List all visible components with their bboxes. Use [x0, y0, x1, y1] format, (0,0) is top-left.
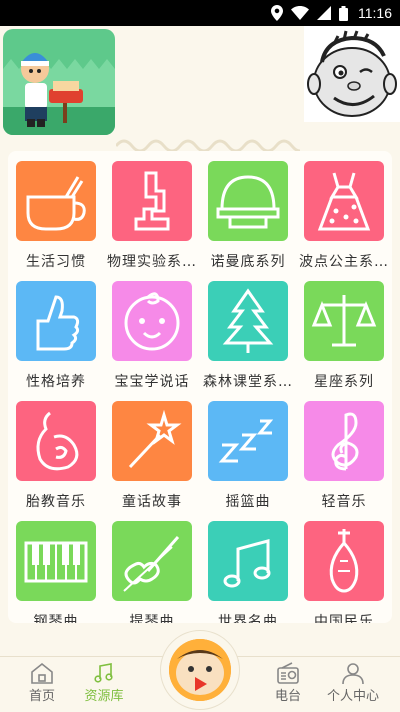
category-label[interactable]: 诺曼底系列 [200, 251, 296, 271]
category-tile[interactable] [16, 281, 96, 361]
tree-icon [222, 288, 274, 353]
category-tile[interactable] [304, 401, 384, 481]
category-tile[interactable] [112, 281, 192, 361]
category-label[interactable]: 童话故事 [104, 491, 200, 511]
violin-icon [123, 536, 180, 592]
category-tile[interactable] [112, 521, 192, 601]
nav-home[interactable]: 首页 [12, 657, 72, 712]
category-tile[interactable] [16, 161, 96, 241]
category-tile[interactable] [304, 521, 384, 601]
thumbs-up-icon [36, 295, 80, 351]
music-note-icon [223, 539, 271, 588]
category-label[interactable]: 星座系列 [296, 371, 392, 391]
baby-face-icon [124, 292, 180, 351]
home-icon [31, 662, 53, 684]
nav-library-label: 资源库 [84, 689, 124, 704]
nav-profile-label: 个人中心 [326, 689, 379, 704]
category-label[interactable]: 波点公主系… [296, 251, 392, 271]
piano-icon [24, 541, 88, 583]
nav-home-label: 首页 [28, 689, 55, 704]
category-tile[interactable] [16, 401, 96, 481]
cartoon-face-avatar[interactable] [304, 26, 400, 122]
category-label[interactable]: 森林课堂系… [200, 371, 296, 391]
user-icon [342, 663, 364, 685]
category-tile[interactable] [304, 161, 384, 241]
category-label[interactable]: 提琴曲 [104, 611, 200, 623]
pregnant-icon [36, 411, 79, 471]
category-label[interactable]: 摇篮曲 [200, 491, 296, 511]
microscope-icon [134, 171, 170, 231]
category-tile[interactable] [112, 161, 192, 241]
music-notes-icon [94, 663, 113, 683]
category-label[interactable]: 轻音乐 [296, 491, 392, 511]
category-tile[interactable] [16, 521, 96, 601]
wifi-icon [291, 6, 309, 20]
category-label[interactable]: 性格培养 [8, 371, 104, 391]
header-banner [0, 26, 400, 154]
category-tile[interactable] [208, 161, 288, 241]
helmet-icon [216, 175, 280, 229]
category-label[interactable]: 物理实验系… [104, 251, 200, 271]
category-label[interactable]: 胎教音乐 [8, 491, 104, 511]
sleep-zzz-icon [218, 419, 274, 463]
status-bar: 11:16 [0, 0, 400, 26]
category-tile[interactable] [304, 281, 384, 361]
category-tile[interactable] [208, 281, 288, 361]
cartoon-kid-banner-image[interactable] [3, 29, 115, 135]
category-tile[interactable] [208, 521, 288, 601]
location-icon [271, 5, 283, 21]
cell-signal-icon [317, 6, 331, 20]
cup-icon [26, 176, 86, 231]
scales-icon [311, 295, 377, 347]
dress-icon [317, 172, 371, 231]
nav-radio-label: 电台 [274, 689, 301, 704]
category-tile[interactable] [112, 401, 192, 481]
nav-radio[interactable]: 电台 [258, 657, 318, 712]
nav-library[interactable]: 资源库 [74, 657, 134, 712]
category-label[interactable]: 宝宝学说话 [104, 371, 200, 391]
radio-icon [277, 662, 299, 684]
category-label[interactable]: 生活习惯 [8, 251, 104, 271]
nav-profile[interactable]: 个人中心 [318, 657, 388, 712]
category-label[interactable]: 钢琴曲 [8, 611, 104, 623]
battery-icon [339, 5, 348, 21]
resource-category-grid: 生活习惯 物理实验系… 诺曼底系列 波点公主系… 性格培养 宝宝学说话 森林课堂系… 星座系列… [8, 151, 392, 623]
magic-wand-icon [128, 409, 182, 469]
treble-clef-icon [331, 412, 359, 471]
category-label[interactable]: 中国民乐 [296, 611, 392, 623]
pipa-icon [329, 529, 359, 593]
center-play-button[interactable] [160, 630, 240, 710]
clock: 11:16 [358, 5, 392, 21]
category-tile[interactable] [208, 401, 288, 481]
category-label[interactable]: 世界名曲 [200, 611, 296, 623]
play-mascot-icon [169, 639, 231, 701]
